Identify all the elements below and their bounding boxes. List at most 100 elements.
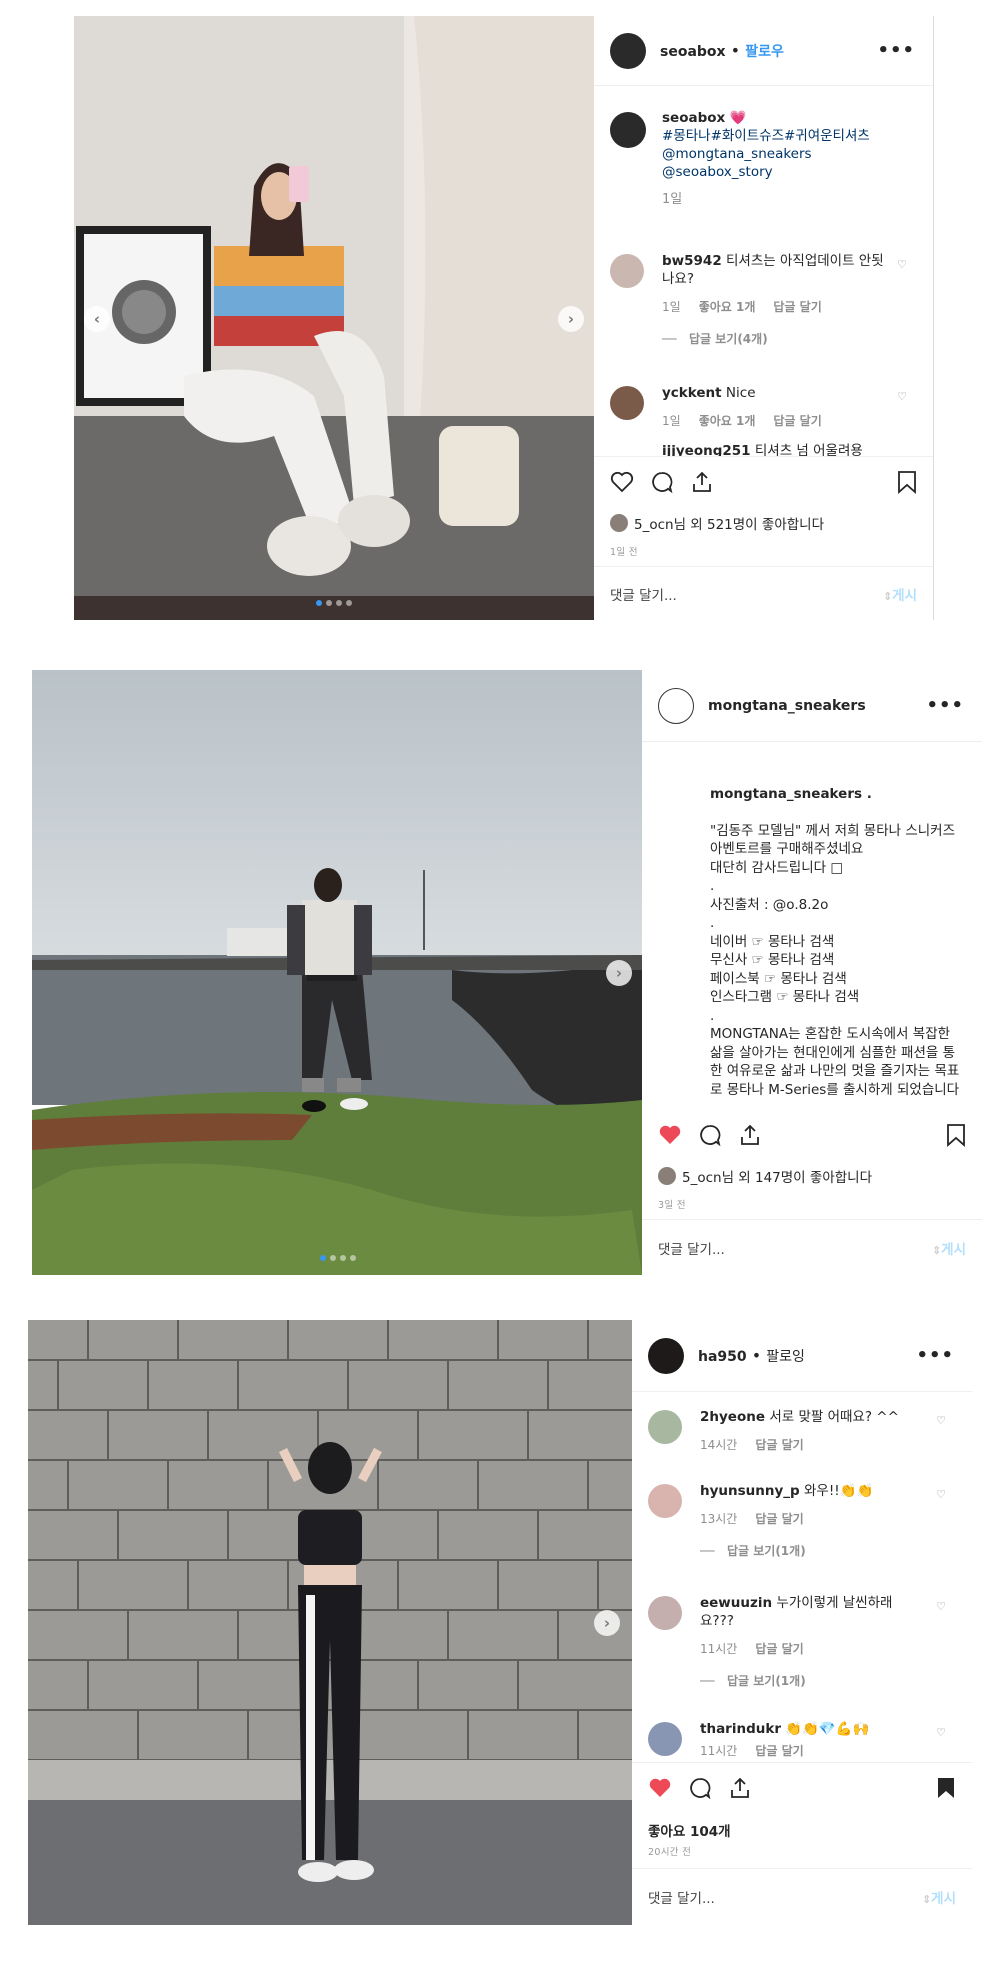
post-time: 1일 전 (610, 547, 638, 558)
comment-likes[interactable]: 좋아요 1개 (699, 412, 756, 430)
comment: eewuuzin 누가이렇게 날씬하래요??? 11시간 답글 달기 ── 답글 … (632, 1594, 972, 1690)
comment-like-icon[interactable]: ♡ (936, 1598, 946, 1616)
likes-summary[interactable]: 5_ocn님 외 147명이 좋아합니다 (658, 1166, 872, 1186)
post-photo[interactable]: › (28, 1320, 632, 1925)
post-2: › mongtana_sneakers ••• mongtana_sneaker… (32, 670, 982, 1275)
more-options-icon[interactable]: ••• (926, 695, 964, 716)
comment-like-icon[interactable]: ♡ (936, 1724, 946, 1742)
comment-meta: 14시간 답글 달기 (700, 1436, 926, 1454)
post-side-panel: mongtana_sneakers ••• mongtana_sneakers … (642, 670, 982, 1275)
post-button[interactable]: ⇕게시 (932, 1238, 966, 1258)
comment-text: 와우!!👏👏 (804, 1483, 874, 1499)
comment-icon[interactable] (650, 470, 674, 494)
comment-username[interactable]: 2hyeone (700, 1409, 765, 1425)
comment-username[interactable]: tharindukr (700, 1721, 781, 1737)
view-replies-button[interactable]: ── 답글 보기(4개) (662, 330, 887, 348)
comment: hyunsunny_p 와우!!👏👏 13시간 답글 달기 ── 답글 보기(1개… (632, 1482, 972, 1560)
bookmark-icon[interactable] (946, 1123, 966, 1147)
post-button[interactable]: ⇕게시 (883, 584, 917, 604)
likes-count[interactable]: 좋아요 104개 (648, 1820, 731, 1840)
avatar (610, 514, 628, 532)
caption-emoji: 💗 (729, 110, 747, 126)
share-icon[interactable] (690, 470, 714, 494)
avatar[interactable] (648, 1337, 684, 1374)
likes-summary[interactable]: 5_ocn님 외 521명이 좋아합니다 (610, 513, 824, 533)
reply-button[interactable]: 답글 달기 (755, 1640, 803, 1658)
view-replies-label: 답글 보기(1개) (726, 1544, 806, 1558)
more-options-icon[interactable]: ••• (916, 1345, 954, 1366)
carousel-dots (316, 600, 352, 606)
username[interactable]: mongtana_sneakers (708, 698, 866, 714)
comment: tharindukr 👏👏💎💪🙌 11시간 답글 달기 ♡ (632, 1720, 972, 1760)
like-heart-filled-icon[interactable] (648, 1777, 672, 1799)
add-comment-bar: 댓글 달기... ⇕게시 (642, 1219, 982, 1275)
share-icon[interactable] (738, 1123, 762, 1147)
comment-username[interactable]: ijjyeong251 (662, 443, 751, 456)
reply-button[interactable]: 답글 달기 (773, 298, 821, 316)
comment-text: 티셔츠 넘 어울려용 (754, 443, 863, 456)
avatar[interactable] (658, 687, 694, 724)
comment: bw5942 티셔츠는 아직업데이트 안됫나요? 1일 좋아요 1개 답글 달기 ─… (594, 252, 933, 348)
photo-illustration (74, 16, 594, 620)
post-photo[interactable]: ‹ › (74, 16, 594, 620)
more-options-icon[interactable]: ••• (877, 40, 915, 61)
comment-meta: 11시간 답글 달기 (700, 1640, 926, 1658)
share-icon[interactable] (728, 1776, 752, 1800)
comment-input[interactable]: 댓글 달기... (648, 1887, 715, 1907)
view-replies-button[interactable]: ── 답글 보기(1개) (700, 1542, 926, 1560)
avatar[interactable] (610, 32, 646, 69)
comment-username[interactable]: yckkent (662, 385, 722, 401)
view-replies-label: 답글 보기(1개) (726, 1674, 806, 1688)
comment-text: 👏👏💎💪🙌 (785, 1721, 870, 1737)
comment-username[interactable]: bw5942 (662, 253, 722, 269)
caption-meta: 1일 (662, 191, 917, 209)
comment-like-icon[interactable]: ♡ (936, 1486, 946, 1504)
post-button[interactable]: ⇕게시 (922, 1887, 956, 1907)
like-heart-filled-icon[interactable] (658, 1124, 682, 1146)
post-side-panel: ha950 • 팔로잉 ••• 2hyeone 서로 맞팔 어때요? ^^ 14… (632, 1320, 972, 1925)
like-heart-icon[interactable] (610, 471, 634, 493)
comment-like-icon[interactable]: ♡ (897, 256, 907, 274)
follow-button[interactable]: 팔로우 (745, 44, 784, 60)
next-arrow-icon[interactable]: › (558, 306, 584, 332)
next-arrow-icon[interactable]: › (594, 1610, 620, 1636)
comment-text: 서로 맞팔 어때요? ^^ (769, 1409, 899, 1425)
caption-username[interactable]: seoabox (662, 110, 725, 126)
post-1: ‹ › seoabox • 팔로우 ••• seoabox 💗 #몽타나#화이트… (74, 16, 934, 620)
comment-likes[interactable]: 좋아요 1개 (699, 298, 756, 316)
comment-time: 11시간 (700, 1744, 738, 1758)
previous-arrow-icon[interactable]: ‹ (84, 306, 110, 332)
reply-button[interactable]: 답글 달기 (773, 412, 821, 430)
action-bar (594, 456, 933, 506)
comment-input[interactable]: 댓글 달기... (658, 1238, 725, 1258)
username[interactable]: ha950 (698, 1349, 747, 1365)
bookmark-filled-icon[interactable] (936, 1776, 956, 1800)
bookmark-icon[interactable] (897, 470, 917, 494)
next-arrow-icon[interactable]: › (606, 960, 632, 986)
comment-username[interactable]: hyunsunny_p (700, 1483, 800, 1499)
post-header: seoabox • 팔로우 ••• (594, 16, 933, 86)
comment-icon[interactable] (688, 1776, 712, 1800)
comment-icon[interactable] (698, 1123, 722, 1147)
following-button[interactable]: 팔로잉 (766, 1349, 805, 1365)
username[interactable]: seoabox (660, 44, 726, 60)
caption-username[interactable]: mongtana_sneakers . (710, 785, 966, 804)
post-photo[interactable]: › (32, 670, 642, 1275)
reply-button[interactable]: 답글 달기 (755, 1436, 803, 1454)
comment-meta: 13시간 답글 달기 (700, 1510, 926, 1528)
comment-time: 13시간 (700, 1512, 738, 1526)
comment-like-icon[interactable]: ♡ (936, 1412, 946, 1430)
comment-username[interactable]: eewuuzin (700, 1595, 772, 1611)
caption-hashtags[interactable]: #몽타나#화이트슈즈#귀여운티셔츠 (662, 127, 917, 145)
comment-text: Nice (725, 385, 756, 401)
caption-mention[interactable]: @seoabox_story (662, 163, 917, 181)
reply-button[interactable]: 답글 달기 (755, 1510, 803, 1528)
reply-button[interactable]: 답글 달기 (755, 1742, 803, 1760)
comment-input[interactable]: 댓글 달기... (610, 584, 677, 604)
caption-mention[interactable]: @mongtana_sneakers (662, 145, 917, 163)
caption-time: 1일 (662, 192, 683, 207)
comment-like-icon[interactable]: ♡ (897, 388, 907, 406)
caption-text: "김동주 모델님" 께서 저희 몽타나 스니커즈 아벤토르를 구매해주셨네요 대… (710, 822, 960, 1110)
comment-meta: 1일 좋아요 1개 답글 달기 (662, 298, 887, 316)
view-replies-button[interactable]: ── 답글 보기(1개) (700, 1672, 926, 1690)
